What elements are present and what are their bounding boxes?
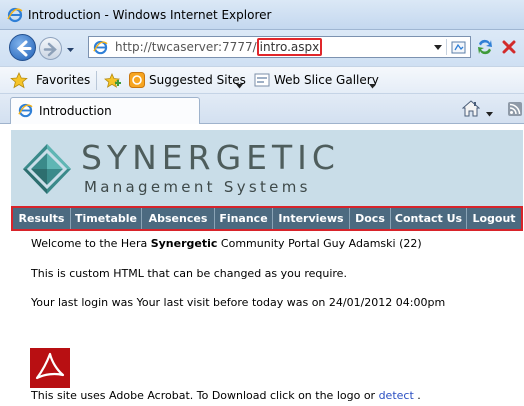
suggested-sites-button[interactable]: Suggested Sites bbox=[149, 73, 246, 89]
back-button[interactable] bbox=[9, 34, 36, 61]
recent-pages-dropdown-icon[interactable] bbox=[66, 43, 75, 52]
suggested-sites-icon bbox=[129, 72, 145, 88]
web-slice-gallery-button[interactable]: Web Slice Gallery bbox=[274, 73, 379, 89]
adobe-acrobat-logo-icon[interactable] bbox=[30, 348, 70, 388]
forward-arrow-icon bbox=[43, 42, 57, 57]
detect-link[interactable]: detect bbox=[379, 389, 414, 402]
page-viewport: SYNERGETIC Management Systems Results Ti… bbox=[0, 124, 524, 406]
menu-item-absences[interactable]: Absences bbox=[142, 208, 215, 229]
web-slice-icon bbox=[254, 72, 270, 88]
favorites-button[interactable]: Favorites bbox=[36, 73, 90, 89]
url-highlighted-page: intro.aspx bbox=[256, 38, 323, 56]
menu-item-logout[interactable]: Logout bbox=[467, 208, 521, 229]
main-menu: Results Timetable Absences Finance Inter… bbox=[11, 206, 523, 231]
ie-logo-icon bbox=[7, 7, 23, 23]
menu-item-results[interactable]: Results bbox=[13, 208, 71, 229]
welcome-text: Welcome to the Hera Synergetic Community… bbox=[31, 237, 422, 250]
menu-item-finance[interactable]: Finance bbox=[215, 208, 273, 229]
synergetic-logo-icon[interactable] bbox=[21, 142, 85, 196]
stop-icon[interactable] bbox=[499, 37, 519, 57]
site-banner: SYNERGETIC Management Systems bbox=[11, 130, 523, 206]
logo-name: SYNERGETIC bbox=[81, 138, 340, 177]
navigation-bar: http://twcaserver:7777/intro.aspx bbox=[0, 30, 524, 66]
back-arrow-icon bbox=[16, 40, 32, 57]
welcome-brand: Synergetic bbox=[150, 237, 218, 250]
custom-html-text: This is custom HTML that can be changed … bbox=[31, 267, 347, 280]
tab-bar: Introduction bbox=[0, 94, 524, 124]
window-titlebar: Introduction - Windows Internet Explorer bbox=[0, 0, 524, 30]
menu-item-docs[interactable]: Docs bbox=[350, 208, 391, 229]
chevron-down-icon[interactable] bbox=[369, 78, 376, 89]
address-dropdown-icon[interactable] bbox=[431, 37, 445, 57]
favorites-divider bbox=[96, 71, 97, 90]
favorites-star-icon[interactable] bbox=[10, 72, 28, 89]
tab-label: Introduction bbox=[39, 104, 112, 118]
add-to-favorites-icon[interactable] bbox=[104, 72, 122, 89]
menu-item-interviews[interactable]: Interviews bbox=[273, 208, 350, 229]
favorites-bar: Favorites Suggested Sites Web Slice Gall… bbox=[0, 66, 524, 94]
menu-item-contact-us[interactable]: Contact Us bbox=[391, 208, 467, 229]
feeds-icon[interactable] bbox=[508, 102, 522, 116]
address-bar[interactable]: http://twcaserver:7777/intro.aspx bbox=[88, 36, 471, 58]
menu-item-timetable[interactable]: Timetable bbox=[71, 208, 142, 229]
address-divider bbox=[446, 39, 447, 55]
last-login-text: Your last login was Your last visit befo… bbox=[31, 296, 446, 309]
compatibility-view-icon[interactable] bbox=[451, 40, 467, 55]
chevron-down-icon[interactable] bbox=[236, 78, 243, 89]
home-icon[interactable] bbox=[461, 100, 481, 117]
address-url[interactable]: http://twcaserver:7777/intro.aspx bbox=[115, 38, 323, 56]
page-icon bbox=[18, 103, 33, 118]
url-prefix: http://twcaserver:7777/ bbox=[115, 40, 257, 54]
window-title: Introduction - Windows Internet Explorer bbox=[28, 8, 272, 22]
refresh-icon[interactable] bbox=[474, 37, 496, 57]
chevron-down-icon[interactable] bbox=[486, 106, 493, 117]
tab-introduction[interactable]: Introduction bbox=[10, 97, 200, 124]
logo-subtitle: Management Systems bbox=[84, 178, 311, 196]
acrobat-text: This site uses Adobe Acrobat. To Downloa… bbox=[31, 389, 421, 402]
page-icon bbox=[93, 40, 108, 55]
forward-button[interactable] bbox=[39, 37, 62, 60]
